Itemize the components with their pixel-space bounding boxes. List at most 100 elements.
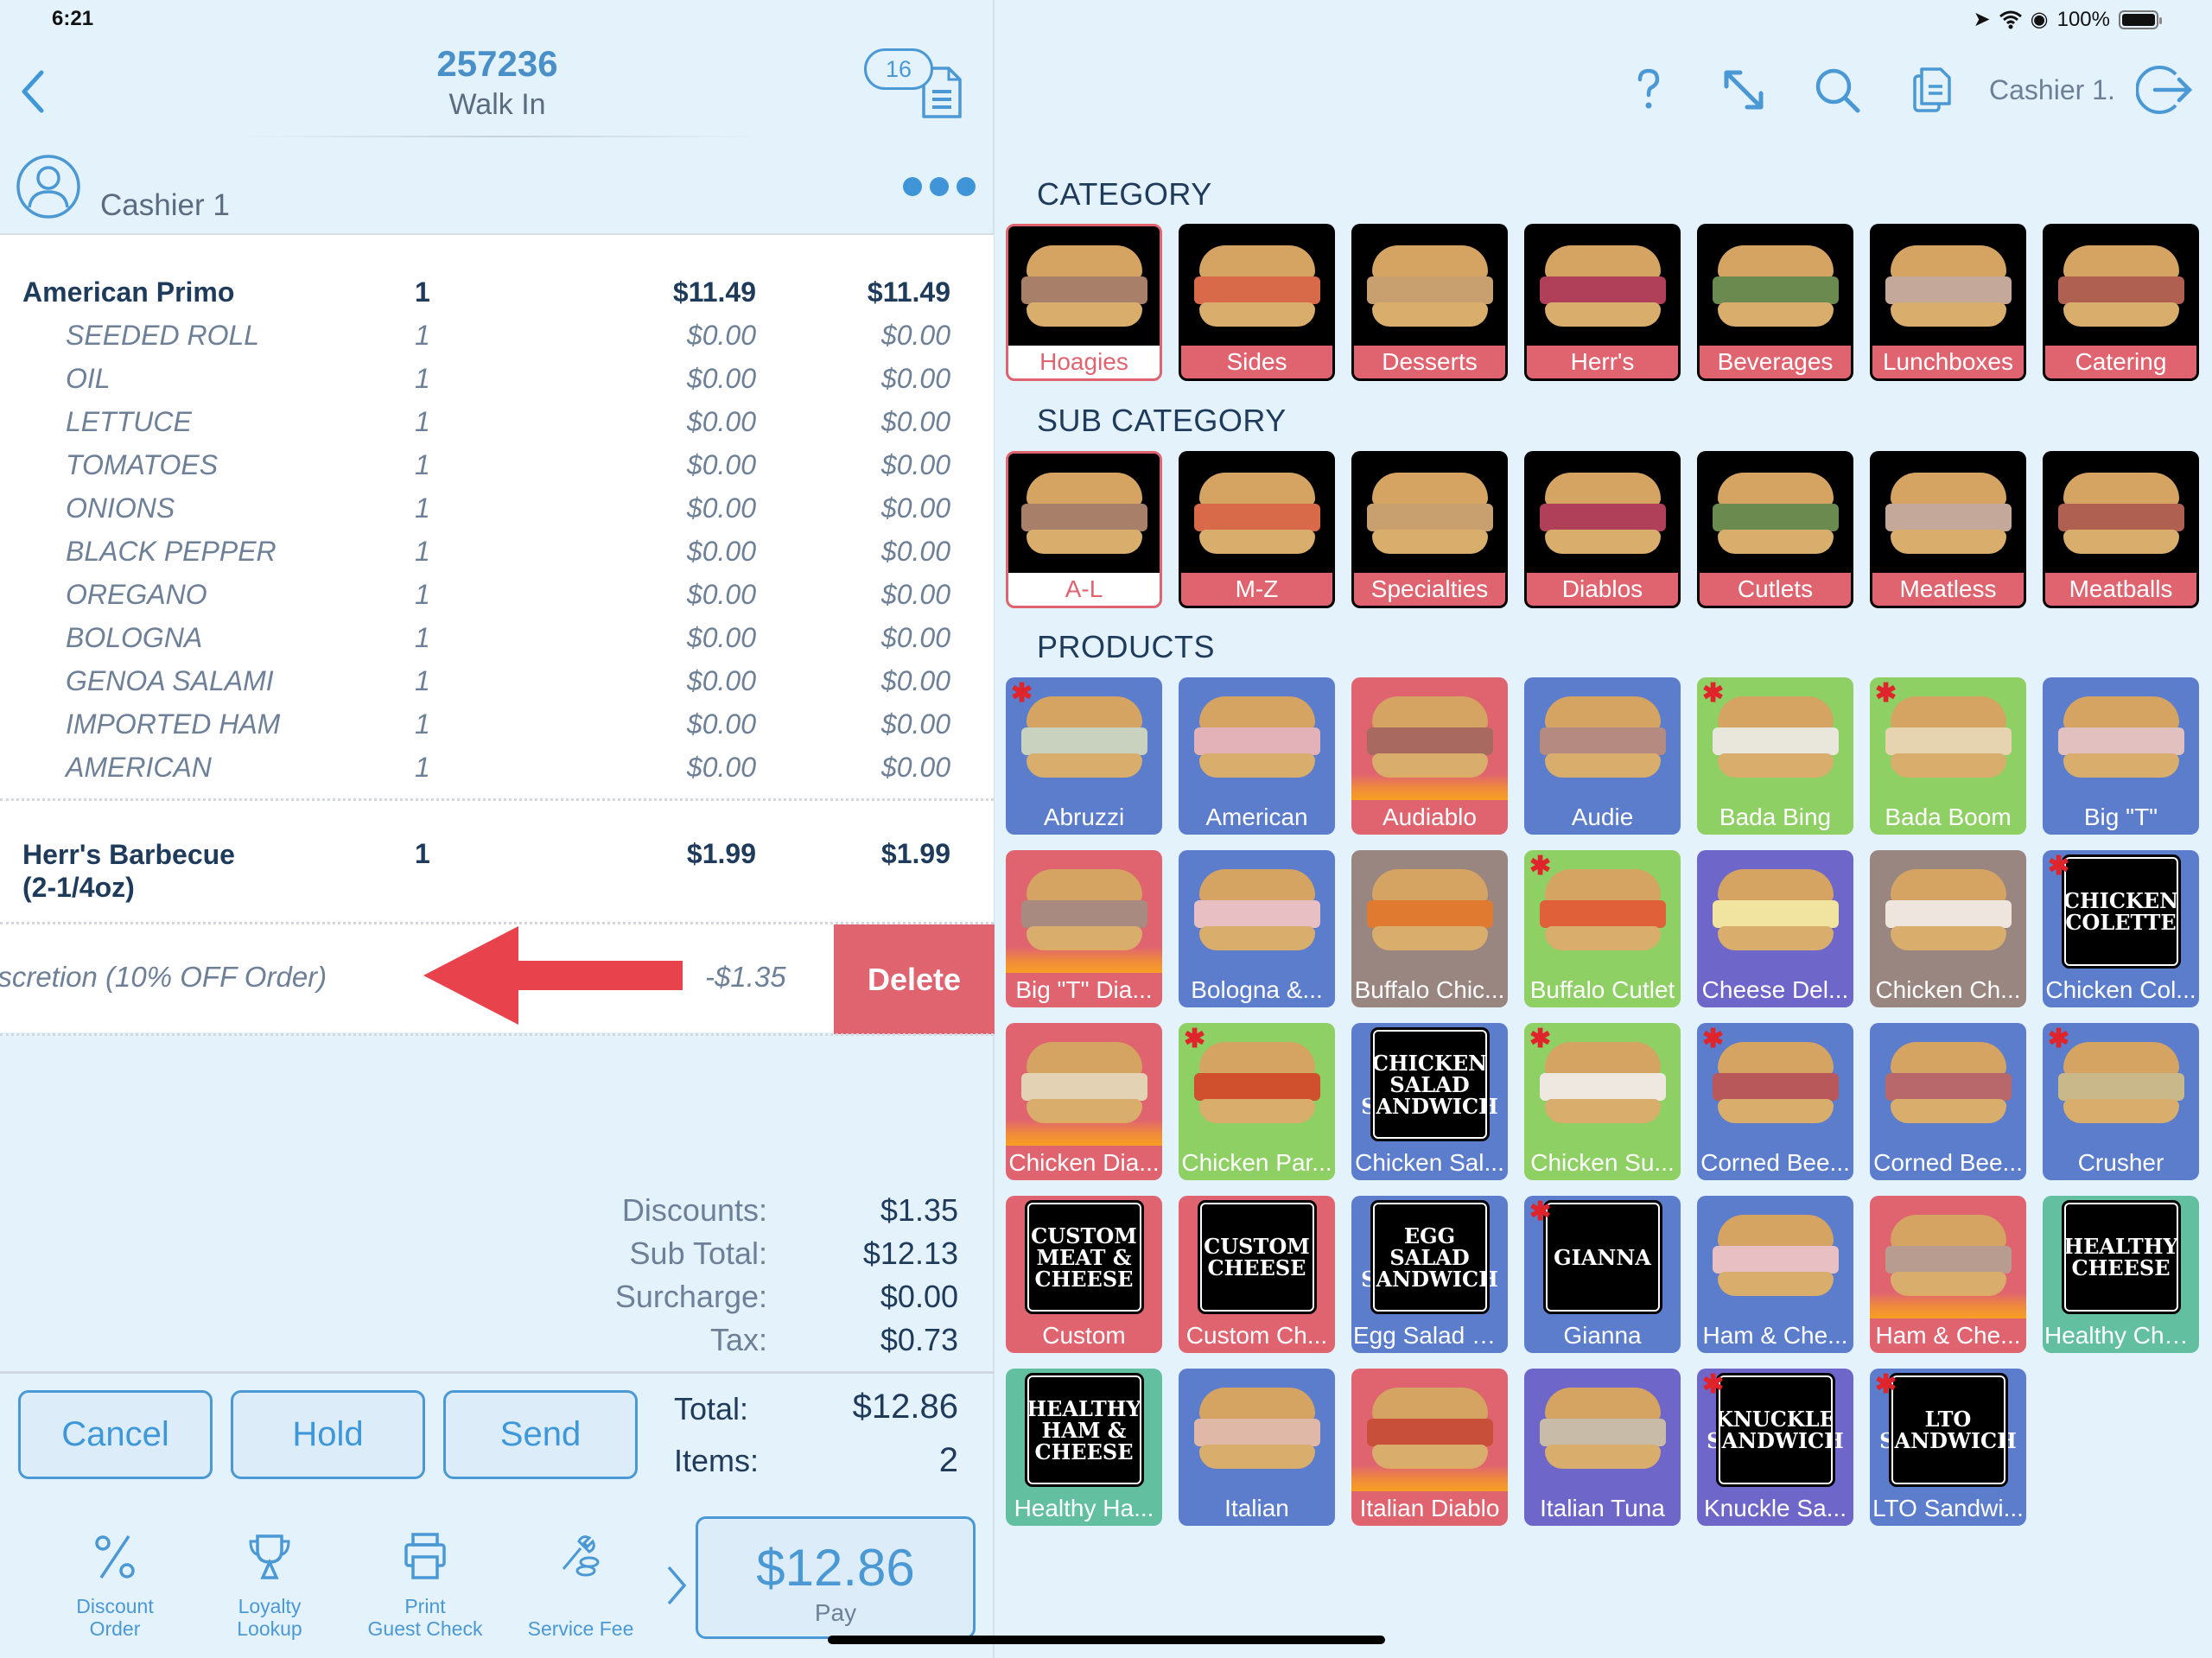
pay-button[interactable]: $12.86 Pay	[696, 1516, 976, 1639]
discounts-value: $1.35	[880, 1192, 958, 1228]
line-divider	[0, 1033, 994, 1036]
category-tile[interactable]: Catering	[2043, 224, 2199, 381]
sub-category-tile[interactable]: Diablos	[1524, 451, 1681, 608]
product-label: Chicken Col...	[2045, 976, 2196, 1003]
service-fee-button[interactable]: Service Fee	[516, 1531, 645, 1640]
category-tile[interactable]: Desserts	[1351, 224, 1508, 381]
product-tile[interactable]: Italian	[1179, 1369, 1335, 1526]
product-tile[interactable]: ✱ Abruzzi	[1006, 677, 1162, 835]
sub-category-tile[interactable]: A-L	[1006, 451, 1162, 608]
modifier-line[interactable]: BOLOGNA 1 $0.00 $0.00	[0, 615, 994, 658]
modifier-name: ONIONS	[66, 492, 175, 524]
surcharge-label: Surcharge:	[614, 1279, 767, 1314]
product-tile[interactable]: Ham & Che...	[1870, 1196, 2026, 1353]
modifier-qty: 1	[415, 536, 430, 567]
order-type[interactable]: Walk In	[0, 88, 995, 122]
print-guest-check-button[interactable]: Print Guest Check	[360, 1531, 490, 1640]
sub-category-tile[interactable]: M-Z	[1179, 451, 1335, 608]
modifier-line[interactable]: IMPORTED HAM 1 $0.00 $0.00	[0, 702, 994, 745]
logout-icon[interactable]	[2136, 64, 2193, 116]
category-tile[interactable]: Hoagies	[1006, 224, 1162, 381]
subtotal-value: $12.13	[862, 1236, 958, 1271]
product-tile[interactable]: CUSTOM CHEESE Custom Ch...	[1179, 1196, 1335, 1353]
product-tile[interactable]: ✱ Bada Boom	[1870, 677, 2026, 835]
user-avatar-icon[interactable]	[16, 154, 81, 219]
product-tile[interactable]: Audiablo	[1351, 677, 1508, 835]
chevron-right-icon[interactable]	[664, 1564, 690, 1607]
product-tile[interactable]: American	[1179, 677, 1335, 835]
modifier-price: $0.00	[686, 320, 756, 351]
product-tile[interactable]: Cheese Del...	[1697, 850, 1853, 1007]
product-tile[interactable]: Audie	[1524, 677, 1681, 835]
product-tile[interactable]: ✱ Corned Bee...	[1697, 1023, 1853, 1180]
sub-category-tile[interactable]: Specialties	[1351, 451, 1508, 608]
product-image	[1870, 850, 2026, 973]
expand-icon[interactable]	[1719, 66, 1768, 114]
product-tile[interactable]: Big "T"	[2043, 677, 2199, 835]
product-tile[interactable]: ✱ Crusher	[2043, 1023, 2199, 1180]
product-label: Audie	[1571, 804, 1634, 830]
product-image	[1524, 1369, 1681, 1491]
product-tile[interactable]: Italian Tuna	[1524, 1369, 1681, 1526]
modifier-line[interactable]: GENOA SALAMI 1 $0.00 $0.00	[0, 658, 994, 702]
product-tile[interactable]: HEALTHY HAM & CHEESE Healthy Ha...	[1006, 1369, 1162, 1526]
send-button[interactable]: Send	[443, 1390, 638, 1479]
modifier-line[interactable]: OIL 1 $0.00 $0.00	[0, 356, 994, 399]
sandwich-image	[1365, 467, 1495, 562]
modifier-line[interactable]: SEEDED ROLL 1 $0.00 $0.00	[0, 313, 994, 356]
product-tile[interactable]: ✱ Buffalo Cutlet	[1524, 850, 1681, 1007]
product-tile[interactable]: ✱ GIANNA Gianna	[1524, 1196, 1681, 1353]
modifier-line[interactable]: BLACK PEPPER 1 $0.00 $0.00	[0, 529, 994, 572]
modifier-line[interactable]: LETTUCE 1 $0.00 $0.00	[0, 399, 994, 442]
product-tile[interactable]: ✱ Bada Bing	[1697, 677, 1853, 835]
sub-category-tile[interactable]: Cutlets	[1697, 451, 1853, 608]
product-tile[interactable]: ✱ Chicken Su...	[1524, 1023, 1681, 1180]
sandwich-image	[1711, 467, 1840, 562]
item-price: $1.99	[686, 838, 756, 869]
category-tile[interactable]: Herr's	[1524, 224, 1681, 381]
product-tile[interactable]: Buffalo Chic...	[1351, 850, 1508, 1007]
category-tile[interactable]: Lunchboxes	[1870, 224, 2026, 381]
line-divider	[0, 798, 994, 801]
sub-category-tile[interactable]: Meatless	[1870, 451, 2026, 608]
hold-button[interactable]: Hold	[231, 1390, 425, 1479]
product-tile[interactable]: Chicken Ch...	[1870, 850, 2026, 1007]
product-tile[interactable]: ✱ KNUCKLE SANDWICH Knuckle Sa...	[1697, 1369, 1853, 1526]
product-tile[interactable]: EGG SALAD SANDWICH Egg Salad S...	[1351, 1196, 1508, 1353]
product-tile[interactable]: ✱ CHICKEN COLETTE Chicken Col...	[2043, 850, 2199, 1007]
more-options-button[interactable]	[903, 177, 976, 196]
modifier-price: $0.00	[686, 536, 756, 567]
product-tile[interactable]: CHICKEN SALAD SANDWICH Chicken Sal...	[1351, 1023, 1508, 1180]
product-tile[interactable]: Bologna &...	[1179, 850, 1335, 1007]
product-tile[interactable]: CUSTOM MEAT & CHEESE Custom	[1006, 1196, 1162, 1353]
loyalty-lookup-button[interactable]: Loyalty Lookup	[205, 1531, 334, 1640]
delete-button[interactable]: Delete	[834, 924, 995, 1034]
product-tile[interactable]: HEALTHY CHEESE Healthy Che...	[2043, 1196, 2199, 1353]
open-tickets-button[interactable]: 16	[864, 47, 972, 120]
modifier-line[interactable]: OREGANO 1 $0.00 $0.00	[0, 572, 994, 615]
help-icon[interactable]	[1624, 66, 1673, 114]
modifier-line[interactable]: TOMATOES 1 $0.00 $0.00	[0, 442, 994, 486]
modifier-line[interactable]: ONIONS 1 $0.00 $0.00	[0, 486, 994, 529]
product-tile[interactable]: ✱ LTO SANDWICH LTO Sandwi...	[1870, 1369, 2026, 1526]
sandwich-image	[1365, 240, 1495, 335]
modifier-line[interactable]: AMERICAN 1 $0.00 $0.00	[0, 745, 994, 788]
product-image: HEALTHY HAM & CHEESE	[1006, 1369, 1162, 1491]
product-tile[interactable]: ✱ Chicken Par...	[1179, 1023, 1335, 1180]
modifier-total: $0.00	[880, 536, 950, 567]
product-label: American	[1205, 804, 1308, 830]
modifier-qty: 1	[415, 320, 430, 351]
cancel-button[interactable]: Cancel	[18, 1390, 213, 1479]
product-tile[interactable]: Corned Bee...	[1870, 1023, 2026, 1180]
category-tile[interactable]: Sides	[1179, 224, 1335, 381]
product-tile[interactable]: Ham & Che...	[1697, 1196, 1853, 1353]
discount-order-button[interactable]: Discount Order	[50, 1531, 180, 1640]
product-tile[interactable]: Italian Diablo	[1351, 1369, 1508, 1526]
product-tile[interactable]: Big "T" Dia...	[1006, 850, 1162, 1007]
product-tile[interactable]: Chicken Dia...	[1006, 1023, 1162, 1180]
sub-category-tile[interactable]: Meatballs	[2043, 451, 2199, 608]
search-icon[interactable]	[1813, 66, 1861, 114]
documents-icon[interactable]	[1908, 66, 1956, 114]
order-line-item[interactable]: American Primo 1 $11.49 $11.49	[0, 270, 994, 313]
category-tile[interactable]: Beverages	[1697, 224, 1853, 381]
